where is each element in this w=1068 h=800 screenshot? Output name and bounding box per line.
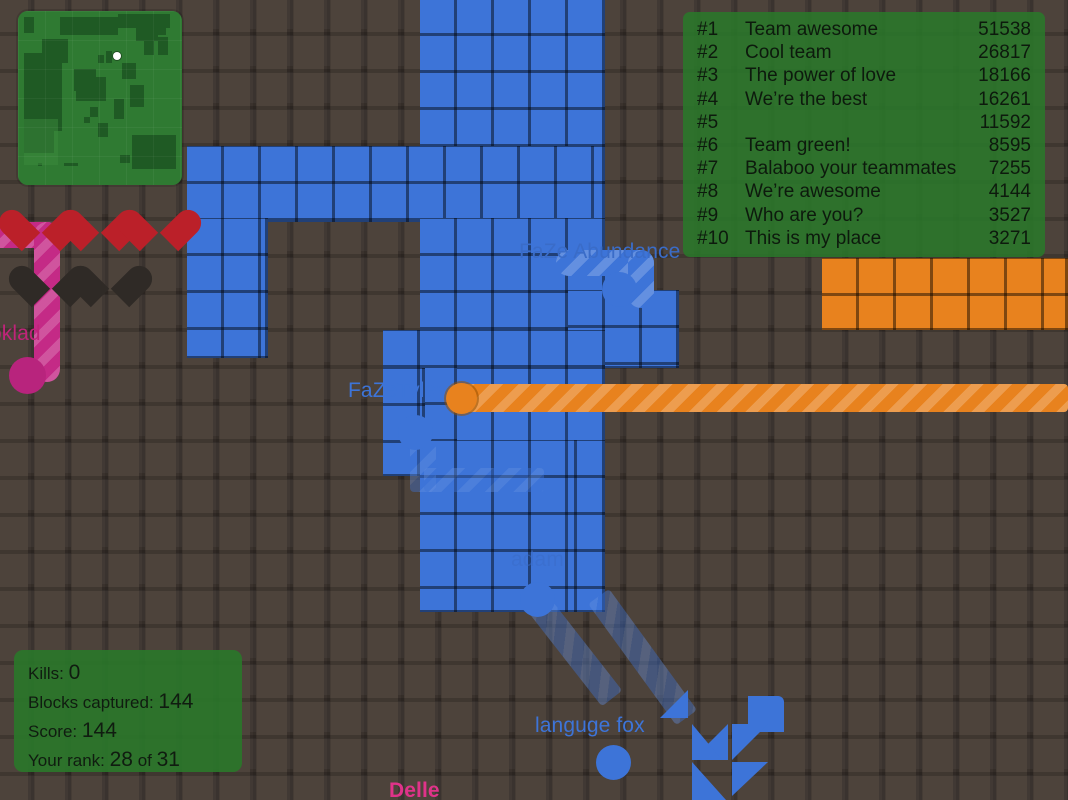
player-head-faze-abundance	[602, 272, 637, 307]
leaderboard-score: 18166	[978, 65, 1031, 87]
stat-kills: Kills: 0	[28, 659, 228, 688]
leaderboard-team: Cool team	[745, 42, 832, 64]
leaderboard-rank: #4	[697, 88, 719, 110]
leaderboard-rank: #7	[697, 158, 719, 180]
minimap	[18, 11, 182, 185]
leaderboard-score: 26817	[978, 42, 1031, 64]
player-label-faze-abundance: FaZe Abundance	[519, 240, 681, 263]
stat-rank-label: Your rank:	[28, 751, 105, 770]
stats-panel: Kills: 0 Blocks captured: 144 Score: 144…	[14, 650, 242, 772]
leaderboard-team: We’re the best	[745, 88, 868, 110]
leaderboard-rank: #6	[697, 134, 719, 156]
player-head-fazetyler	[446, 383, 477, 414]
stat-kills-value: 0	[68, 661, 81, 684]
leaderboard-row: #10 This is my place 3271	[697, 227, 1031, 250]
stat-score-value: 144	[81, 719, 117, 742]
leaderboard-team: This is my place	[745, 227, 882, 249]
leaderboard-score: 4144	[988, 181, 1031, 203]
stat-rank: Your rank: 28 of 31	[28, 746, 228, 775]
territory-block-blue	[457, 440, 577, 612]
leaderboard-panel: #1 Team awesome 51538 #2 Cool team 26817…	[683, 12, 1045, 257]
leaderboard-rank: #1	[697, 19, 719, 40]
territory-block-orange	[822, 258, 1068, 330]
leaderboard-score: 3527	[988, 204, 1031, 226]
leaderboard-row: #4 We’re the best 16261	[697, 88, 1031, 111]
minimap-self-marker	[113, 52, 121, 60]
leaderboard-rank: #9	[697, 204, 719, 226]
heart-empty-icon	[62, 256, 158, 308]
player-trail-orange	[462, 384, 1068, 412]
leaderboard-rank: #8	[697, 181, 719, 203]
leaderboard-team: The power of love	[745, 65, 897, 87]
leaderboard-team: Who are you?	[745, 204, 864, 226]
leaderboard-score: 7255	[988, 158, 1031, 180]
leaderboard-score: 16261	[978, 88, 1031, 110]
leaderboard-row: #1 Team awesome 51538	[697, 18, 1031, 41]
territory-block-blue	[420, 0, 605, 153]
leaderboard-rank: #10	[697, 227, 729, 249]
stat-blocks-label: Blocks captured:	[28, 693, 154, 712]
leaderboard-team: Balaboo your teammates	[745, 158, 957, 180]
leaderboard-team: We’re awesome	[745, 181, 881, 203]
stat-score: Score: 144	[28, 717, 228, 746]
leaderboard-row: #5 11592	[697, 111, 1031, 134]
player-head-oklad	[9, 357, 46, 394]
player-label-fazetyler: FaZeTyler	[348, 379, 444, 402]
leaderboard-row: #8 We’re awesome 4144	[697, 180, 1031, 203]
leaderboard-rank: #2	[697, 42, 719, 64]
leaderboard-score: 3271	[988, 227, 1031, 249]
player-label-delle: Delle	[389, 779, 440, 800]
minimap-grid	[18, 11, 182, 185]
leaderboard-row: #7 Balaboo your teammates 7255	[697, 157, 1031, 180]
stat-score-label: Score:	[28, 722, 78, 741]
stat-kills-label: Kills:	[28, 664, 64, 683]
leaderboard-score: 8595	[988, 134, 1031, 156]
player-label-adam: adam	[511, 548, 564, 571]
leaderboard-row: #9 Who are you? 3527	[697, 204, 1031, 227]
leaderboard-team: Team awesome	[745, 19, 879, 40]
leaderboard-score: 11592	[979, 111, 1031, 133]
stat-blocks-value: 144	[158, 690, 194, 713]
lives-indicator	[0, 198, 207, 316]
leaderboard-row: #6 Team green! 8595	[697, 134, 1031, 157]
player-label-languge-fox: languge fox	[535, 714, 645, 737]
territory-block-blue	[187, 146, 605, 222]
leaderboard-rank: #3	[697, 65, 719, 87]
player-head-fazetyler-ally	[398, 415, 433, 450]
leaderboard-team: Team green!	[745, 134, 851, 156]
stat-rank-total: 31	[156, 748, 180, 771]
stat-blocks: Blocks captured: 144	[28, 688, 228, 717]
leaderboard-row: #2 Cool team 26817	[697, 41, 1031, 64]
leaderboard-rank: #5	[697, 111, 719, 133]
leaderboard-score: 51538	[978, 19, 1031, 40]
player-label-oklad: oklad	[0, 322, 41, 345]
stat-rank-of: of	[137, 751, 152, 770]
player-head-adam	[520, 582, 555, 617]
heart-full-icon	[111, 200, 207, 252]
stat-rank-value: 28	[109, 748, 133, 771]
player-trail-blue-fading	[424, 468, 544, 492]
leaderboard-row: #3 The power of love 18166	[697, 64, 1031, 87]
player-head-languge-fox	[596, 745, 631, 780]
